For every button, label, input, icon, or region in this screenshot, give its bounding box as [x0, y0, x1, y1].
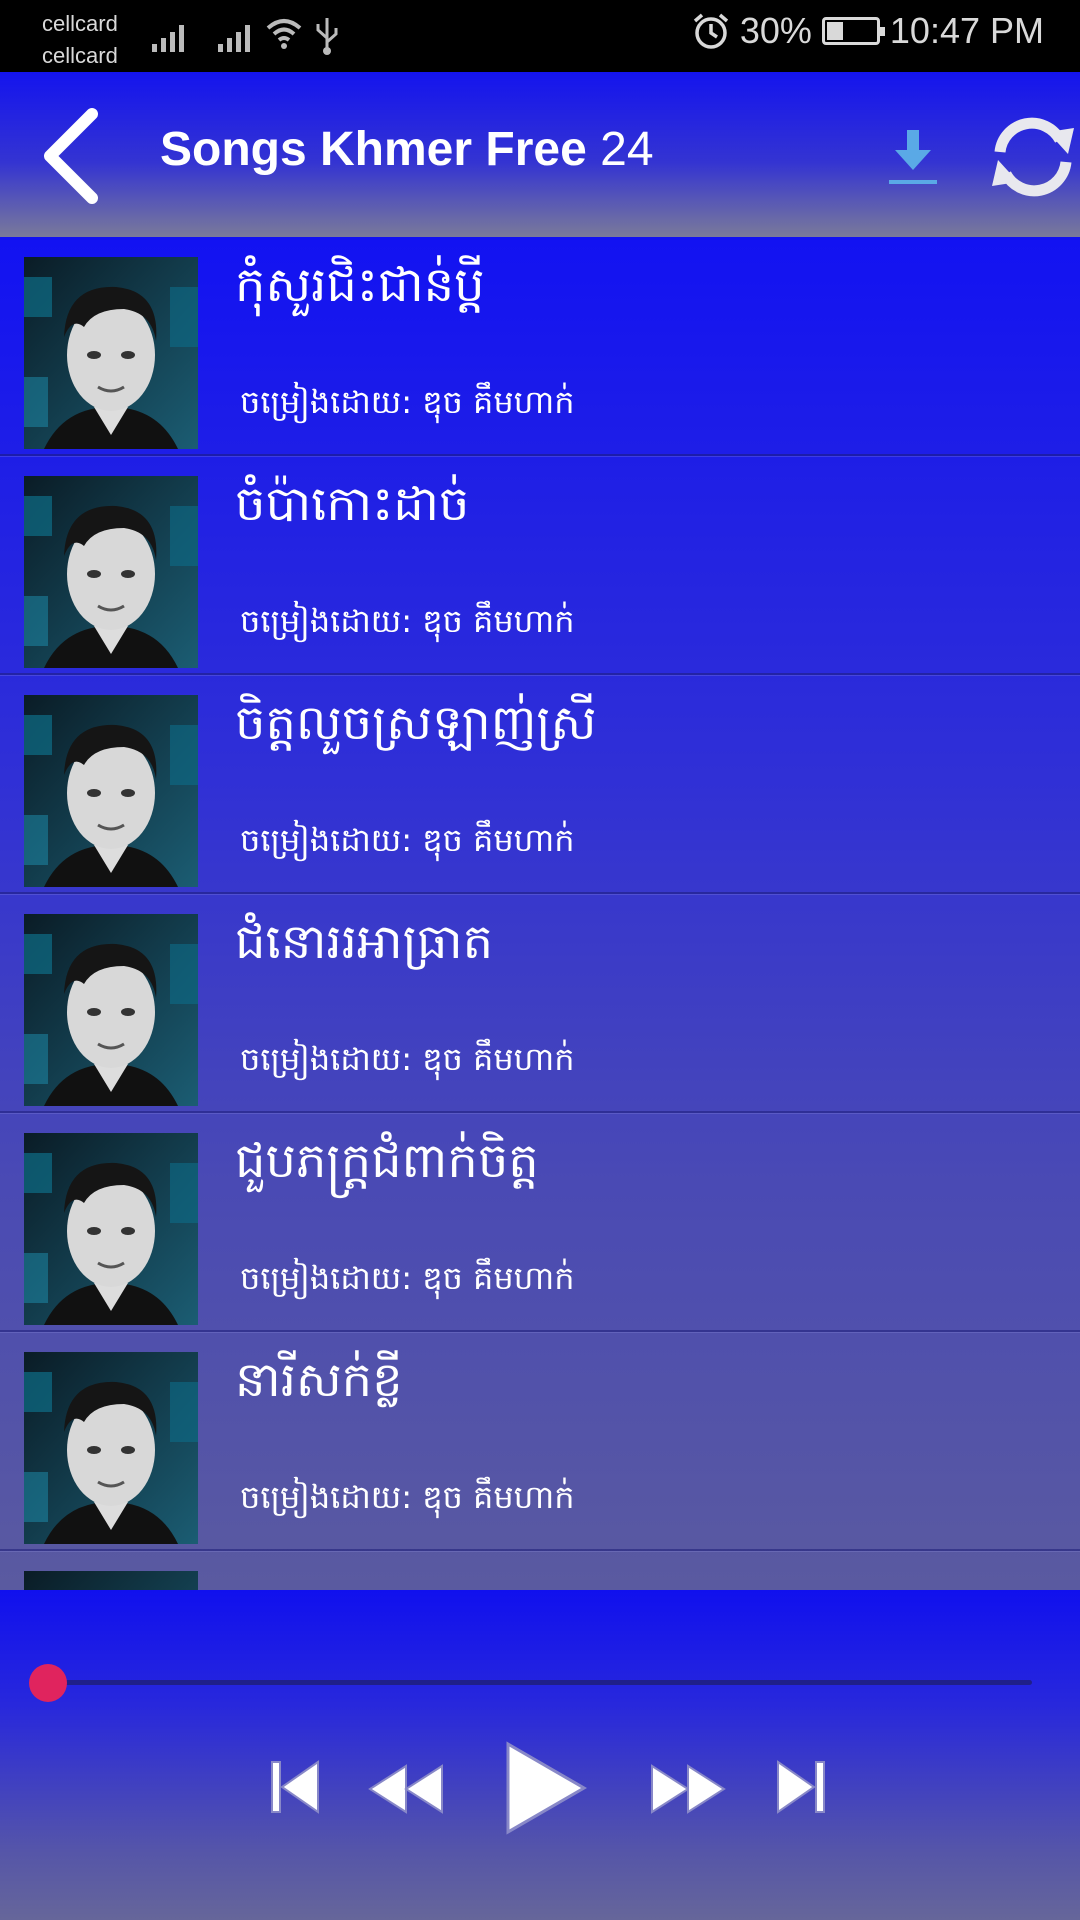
page-title: Songs Khmer Free 24	[160, 122, 654, 177]
song-list-item[interactable]: ជំនោររអាធ្រាតចម្រៀងដោយ: ឌុច គឹមហាក់	[0, 894, 1080, 1113]
song-artist: ចម្រៀងដោយ: ឌុច គឹមហាក់	[240, 821, 575, 859]
rewind-icon	[368, 1764, 443, 1814]
song-list-item[interactable]: ជួបភក្រ្តជំពាក់ចិត្តចម្រៀងដោយ: ឌុច គឹមហា…	[0, 1113, 1080, 1332]
song-title: កុំសួរជិះជាន់ប្តី	[235, 257, 485, 313]
title-number: 24	[600, 123, 654, 176]
battery-percent: 30%	[739, 10, 812, 51]
refresh-button[interactable]	[978, 112, 1080, 202]
song-list-item[interactable]: ចិត្តលួចស្រឡាញ់ស្រីចម្រៀងដោយ: ឌុច គឹមហាក…	[0, 675, 1080, 894]
album-art-thumbnail	[24, 914, 198, 1106]
seek-bar[interactable]	[48, 1680, 1032, 1685]
song-title: ជំនោររអាធ្រាត	[235, 914, 494, 970]
back-button[interactable]	[40, 106, 110, 206]
song-artist: ចម្រៀងដោយ: ឌុច គឹមហាក់	[240, 1478, 575, 1516]
skip-previous-icon	[271, 1760, 319, 1814]
song-list-item[interactable]: ចំប៉ាកោះដាច់ចម្រៀងដោយ: ឌុច គឹមហាក់	[0, 456, 1080, 675]
carrier-1: cellcard	[42, 11, 118, 36]
album-art-thumbnail	[24, 695, 198, 887]
skip-next-button[interactable]	[774, 1758, 828, 1820]
status-bar: cellcard cellcard 30% 10:47 PM	[0, 0, 1080, 72]
song-artist: ចម្រៀងដោយ: ឌុច គឹមហាក់	[240, 383, 575, 421]
song-list-item[interactable]	[0, 1551, 1080, 1590]
download-icon	[889, 130, 937, 184]
song-title: នារីសក់ខ្លី	[235, 1352, 403, 1408]
fast-forward-button[interactable]	[648, 1762, 728, 1820]
signal-icon	[152, 20, 184, 52]
song-list-item[interactable]: កុំសួរជិះជាន់ប្តីចម្រៀងដោយ: ឌុច គឹមហាក់	[0, 237, 1080, 456]
song-title: ជួបភក្រ្តជំពាក់ចិត្ត	[235, 1133, 539, 1189]
refresh-icon	[992, 117, 1074, 197]
player-bar	[0, 1590, 1080, 1920]
skip-previous-button[interactable]	[268, 1758, 322, 1820]
album-art-thumbnail	[24, 476, 198, 668]
back-arrow-icon	[44, 108, 98, 204]
album-art-thumbnail	[24, 1133, 198, 1325]
song-list[interactable]: // placeholder; rows rendered below via …	[0, 237, 1080, 1590]
song-artist: ចម្រៀងដោយ: ឌុច គឹមហាក់	[240, 1040, 575, 1078]
wifi-icon	[266, 19, 302, 49]
song-title: ចិត្តលួចស្រឡាញ់ស្រី	[235, 695, 597, 751]
album-art-thumbnail	[24, 1352, 198, 1544]
carrier-2: cellcard	[42, 43, 118, 68]
album-art-thumbnail	[24, 257, 198, 449]
play-icon	[506, 1741, 587, 1835]
album-art-thumbnail	[24, 1571, 198, 1590]
title-text: Songs Khmer Free	[160, 123, 587, 176]
song-artist: ចម្រៀងដោយ: ឌុច គឹមហាក់	[240, 1259, 575, 1297]
status-right: 30% 10:47 PM	[692, 10, 1044, 52]
skip-next-icon	[777, 1760, 825, 1814]
carrier-labels: cellcard cellcard	[42, 8, 118, 72]
play-button[interactable]	[502, 1740, 590, 1840]
alarm-icon	[693, 13, 728, 49]
song-list-item[interactable]: នារីសក់ខ្លីចម្រៀងដោយ: ឌុច គឹមហាក់	[0, 1332, 1080, 1551]
app-header: Songs Khmer Free 24	[0, 72, 1080, 237]
battery-icon	[821, 17, 885, 45]
download-button[interactable]	[885, 124, 941, 190]
seek-thumb[interactable]	[29, 1664, 67, 1702]
signal-icon	[218, 20, 250, 52]
usb-icon	[316, 18, 338, 55]
song-title: ចំប៉ាកោះដាច់	[235, 476, 470, 532]
song-artist: ចម្រៀងដោយ: ឌុច គឹមហាក់	[240, 602, 575, 640]
rewind-button[interactable]	[366, 1762, 446, 1820]
fast-forward-icon	[651, 1764, 726, 1814]
clock: 10:47 PM	[889, 10, 1044, 51]
